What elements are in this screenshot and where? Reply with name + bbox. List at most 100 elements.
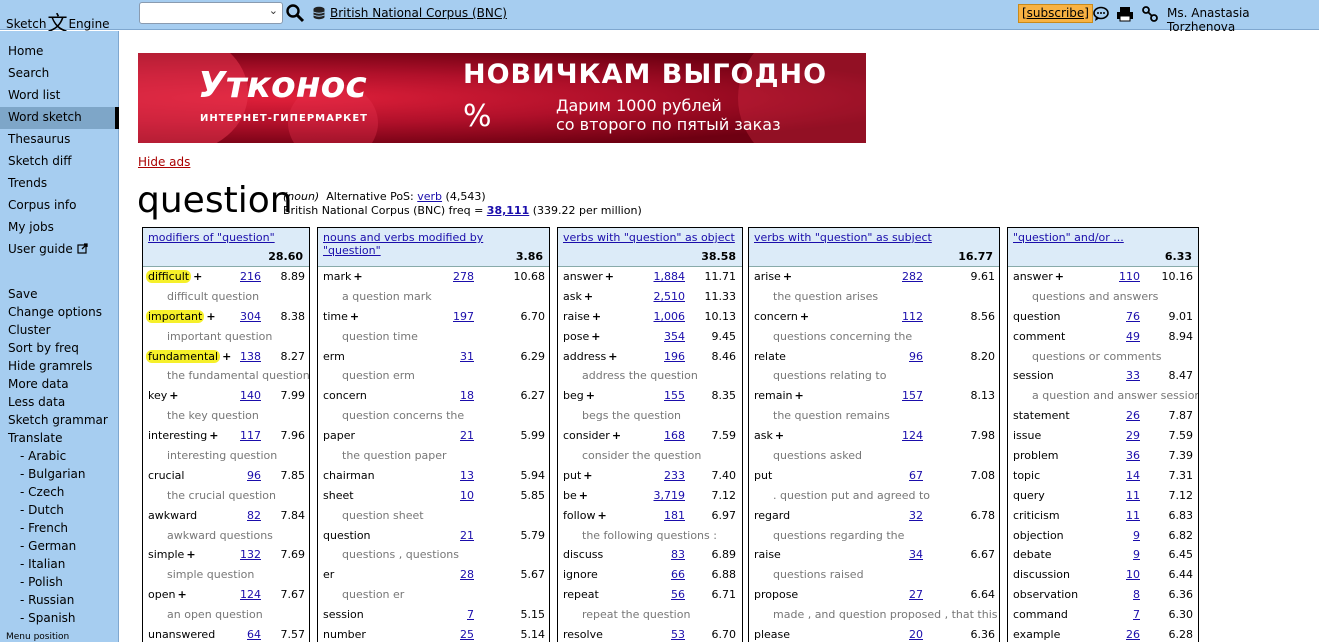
collocate-freq[interactable]: 29: [1126, 429, 1140, 442]
collocate-word[interactable]: put +: [563, 469, 593, 482]
expand-plus-icon[interactable]: +: [612, 429, 621, 442]
collocate-freq[interactable]: 64: [247, 628, 261, 641]
example-row[interactable]: questions or comments: [1008, 347, 1198, 367]
chevron-down-icon[interactable]: ⌄: [269, 4, 278, 17]
alt-pos-link[interactable]: verb: [417, 190, 442, 203]
sidebar-lang-polish[interactable]: - Polish: [20, 575, 63, 589]
collocate-freq[interactable]: 155: [664, 389, 685, 402]
collocate-freq[interactable]: 112: [902, 310, 923, 323]
sidebar-item-word-sketch[interactable]: Word sketch: [8, 110, 82, 124]
example-row[interactable]: an open question: [143, 605, 309, 625]
collocate-word[interactable]: awkward: [148, 509, 197, 522]
collocate-word[interactable]: answer +: [563, 270, 614, 283]
collocate-freq[interactable]: 9: [1133, 529, 1140, 542]
sidebar-item-thesaurus[interactable]: Thesaurus: [8, 132, 70, 146]
collocate-word[interactable]: session: [1013, 369, 1054, 382]
collocate-freq[interactable]: 21: [460, 529, 474, 542]
collocate-freq[interactable]: 56: [671, 588, 685, 601]
example-row[interactable]: question sheet: [318, 506, 549, 526]
sidebar-item-user-guide[interactable]: User guide: [8, 242, 88, 256]
expand-plus-icon[interactable]: +: [169, 389, 178, 402]
collocate-freq[interactable]: 124: [902, 429, 923, 442]
collocate-word[interactable]: interesting +: [148, 429, 218, 442]
expand-plus-icon[interactable]: +: [193, 270, 202, 283]
collocate-word[interactable]: issue: [1013, 429, 1041, 442]
example-row[interactable]: questions asked: [749, 446, 999, 466]
expand-plus-icon[interactable]: +: [350, 310, 359, 323]
collocate-word[interactable]: beg +: [563, 389, 595, 402]
collocate-freq[interactable]: 11: [1126, 489, 1140, 502]
example-row[interactable]: consider the question: [558, 446, 742, 466]
collocate-freq[interactable]: 25: [460, 628, 474, 641]
print-icon[interactable]: [1116, 5, 1134, 23]
collocate-freq[interactable]: 82: [247, 509, 261, 522]
example-row[interactable]: question time: [318, 327, 549, 347]
collocate-word[interactable]: problem: [1013, 449, 1059, 462]
collocate-freq[interactable]: 36: [1126, 449, 1140, 462]
collocate-freq[interactable]: 83: [671, 548, 685, 561]
collocate-word[interactable]: answer +: [1013, 270, 1064, 283]
collocate-word[interactable]: repeat: [563, 588, 599, 601]
collocate-word[interactable]: concern: [323, 389, 367, 402]
sidebar-lang-italian[interactable]: - Italian: [20, 557, 65, 571]
collocate-freq[interactable]: 26: [1126, 628, 1140, 641]
search-input[interactable]: ⌄: [139, 2, 283, 24]
collocate-freq[interactable]: 354: [664, 330, 685, 343]
collocate-freq[interactable]: 10: [460, 489, 474, 502]
collocate-word[interactable]: open +: [148, 588, 187, 601]
collocate-freq[interactable]: 20: [909, 628, 923, 641]
collocate-freq[interactable]: 233: [664, 469, 685, 482]
example-row[interactable]: the key question: [143, 406, 309, 426]
sidebar-lang-czech[interactable]: - Czech: [20, 485, 64, 499]
collocate-word[interactable]: regard: [754, 509, 790, 522]
collocate-word[interactable]: query: [1013, 489, 1045, 502]
example-row[interactable]: the crucial question: [143, 486, 309, 506]
example-row[interactable]: question erm: [318, 366, 549, 386]
collocate-word[interactable]: debate: [1013, 548, 1052, 561]
collocate-word[interactable]: discussion: [1013, 568, 1070, 581]
collocate-freq[interactable]: 140: [240, 389, 261, 402]
expand-plus-icon[interactable]: +: [592, 310, 601, 323]
collocate-word[interactable]: remain +: [754, 389, 804, 402]
collocate-freq[interactable]: 14: [1126, 469, 1140, 482]
collocate-freq[interactable]: 28: [460, 568, 474, 581]
sidebar-action-sketch-grammar[interactable]: Sketch grammar: [8, 413, 108, 427]
sidebar-action-less-data[interactable]: Less data: [8, 395, 65, 409]
expand-plus-icon[interactable]: +: [209, 429, 218, 442]
expand-plus-icon[interactable]: +: [586, 389, 595, 402]
collocate-word[interactable]: topic: [1013, 469, 1040, 482]
collocate-freq[interactable]: 110: [1119, 270, 1140, 283]
sidebar-lang-arabic[interactable]: - Arabic: [20, 449, 66, 463]
collocate-freq[interactable]: 282: [902, 270, 923, 283]
collocate-word[interactable]: ask +: [754, 429, 784, 442]
collocate-word[interactable]: session: [323, 608, 364, 621]
collocate-freq[interactable]: 13: [460, 469, 474, 482]
example-row[interactable]: questions and answers: [1008, 287, 1198, 307]
expand-plus-icon[interactable]: +: [605, 270, 614, 283]
expand-plus-icon[interactable]: +: [608, 350, 617, 363]
sidebar-lang-bulgarian[interactable]: - Bulgarian: [20, 467, 86, 481]
expand-plus-icon[interactable]: +: [775, 429, 784, 442]
expand-plus-icon[interactable]: +: [1055, 270, 1064, 283]
collocate-word[interactable]: command: [1013, 608, 1068, 621]
collocate-word[interactable]: statement: [1013, 409, 1070, 422]
sidebar-item-search[interactable]: Search: [8, 66, 49, 80]
collocate-word[interactable]: raise +: [563, 310, 601, 323]
example-row[interactable]: questions relating to: [749, 366, 999, 386]
example-row[interactable]: made , and question proposed , that this: [749, 605, 999, 625]
collocate-word[interactable]: resolve: [563, 628, 603, 641]
collocate-freq[interactable]: 278: [453, 270, 474, 283]
sidebar-lang-french[interactable]: - French: [20, 521, 68, 535]
collocate-freq[interactable]: 34: [909, 548, 923, 561]
collocate-freq[interactable]: 117: [240, 429, 261, 442]
collocate-freq[interactable]: 138: [240, 350, 261, 363]
collocate-word[interactable]: ask +: [563, 290, 593, 303]
collocate-freq[interactable]: 96: [247, 469, 261, 482]
example-row[interactable]: awkward questions: [143, 526, 309, 546]
collocate-word[interactable]: raise: [754, 548, 781, 561]
example-row[interactable]: question er: [318, 585, 549, 605]
link-icon[interactable]: [1141, 5, 1159, 23]
collocate-freq[interactable]: 168: [664, 429, 685, 442]
expand-plus-icon[interactable]: +: [583, 469, 592, 482]
collocate-word[interactable]: crucial: [148, 469, 184, 482]
